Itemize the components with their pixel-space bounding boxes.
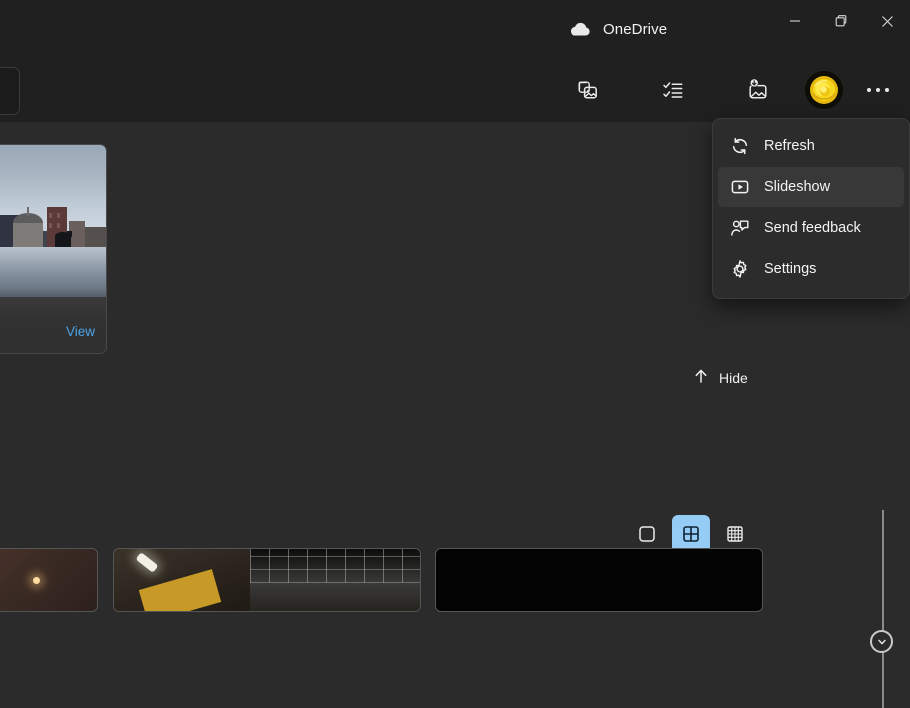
account-avatar[interactable] <box>805 71 843 109</box>
cityscape-photo <box>0 145 106 300</box>
toolbar-overflow-button[interactable] <box>0 67 20 115</box>
thumbnail-strip <box>0 526 910 586</box>
menu-item-settings[interactable]: Settings <box>718 249 904 289</box>
menu-item-settings-label: Settings <box>764 261 816 277</box>
menu-item-refresh[interactable]: Refresh <box>718 126 904 166</box>
vertical-scrollbar-track[interactable] <box>882 510 884 708</box>
thumbnail-2-left <box>114 549 250 611</box>
import-photos-icon[interactable] <box>738 70 778 110</box>
refresh-icon <box>730 136 750 156</box>
toolbar <box>0 58 910 122</box>
menu-item-refresh-label: Refresh <box>764 138 815 154</box>
thumbnail-2-window-grid <box>250 549 420 583</box>
thumbnail-2-sign <box>139 569 221 612</box>
chevron-down-icon <box>877 637 887 647</box>
arrow-up-icon <box>692 367 710 390</box>
settings-gear-icon <box>730 259 750 279</box>
window-title-group: OneDrive <box>568 17 667 41</box>
hide-button[interactable]: Hide <box>686 362 754 394</box>
menu-item-slideshow-label: Slideshow <box>764 179 830 195</box>
menu-item-send-feedback[interactable]: Send feedback <box>718 208 904 248</box>
hide-label: Hide <box>719 370 748 386</box>
vertical-scrollbar-knob[interactable] <box>870 630 893 653</box>
more-dot <box>876 88 880 92</box>
more-dot <box>885 88 889 92</box>
menu-item-slideshow[interactable]: Slideshow <box>718 167 904 207</box>
menu-item-send-feedback-label: Send feedback <box>764 220 861 236</box>
more-dot <box>867 88 871 92</box>
thumbnail-2[interactable] <box>113 548 421 612</box>
thumbnail-2-light <box>136 552 159 573</box>
thumbnail-3[interactable] <box>435 548 763 612</box>
thumbnail-1[interactable] <box>0 548 98 612</box>
close-button[interactable] <box>864 0 910 42</box>
duplicate-photos-icon[interactable] <box>568 70 608 110</box>
select-list-icon[interactable] <box>653 70 693 110</box>
cloud-icon <box>568 17 592 41</box>
minimize-button[interactable] <box>772 0 818 42</box>
maximize-restore-button[interactable] <box>818 0 864 42</box>
view-link[interactable]: View <box>66 324 95 339</box>
app-title: OneDrive <box>603 21 667 38</box>
send-feedback-icon <box>730 218 750 238</box>
photo-card[interactable]: View <box>0 144 107 354</box>
title-bar: OneDrive <box>0 0 910 58</box>
more-options-menu: Refresh Slideshow Send feedback <box>712 118 910 299</box>
more-options-button[interactable] <box>858 71 898 109</box>
window-controls <box>772 0 910 42</box>
slideshow-icon <box>730 177 750 197</box>
thumbnail-1-highlight <box>33 577 40 584</box>
